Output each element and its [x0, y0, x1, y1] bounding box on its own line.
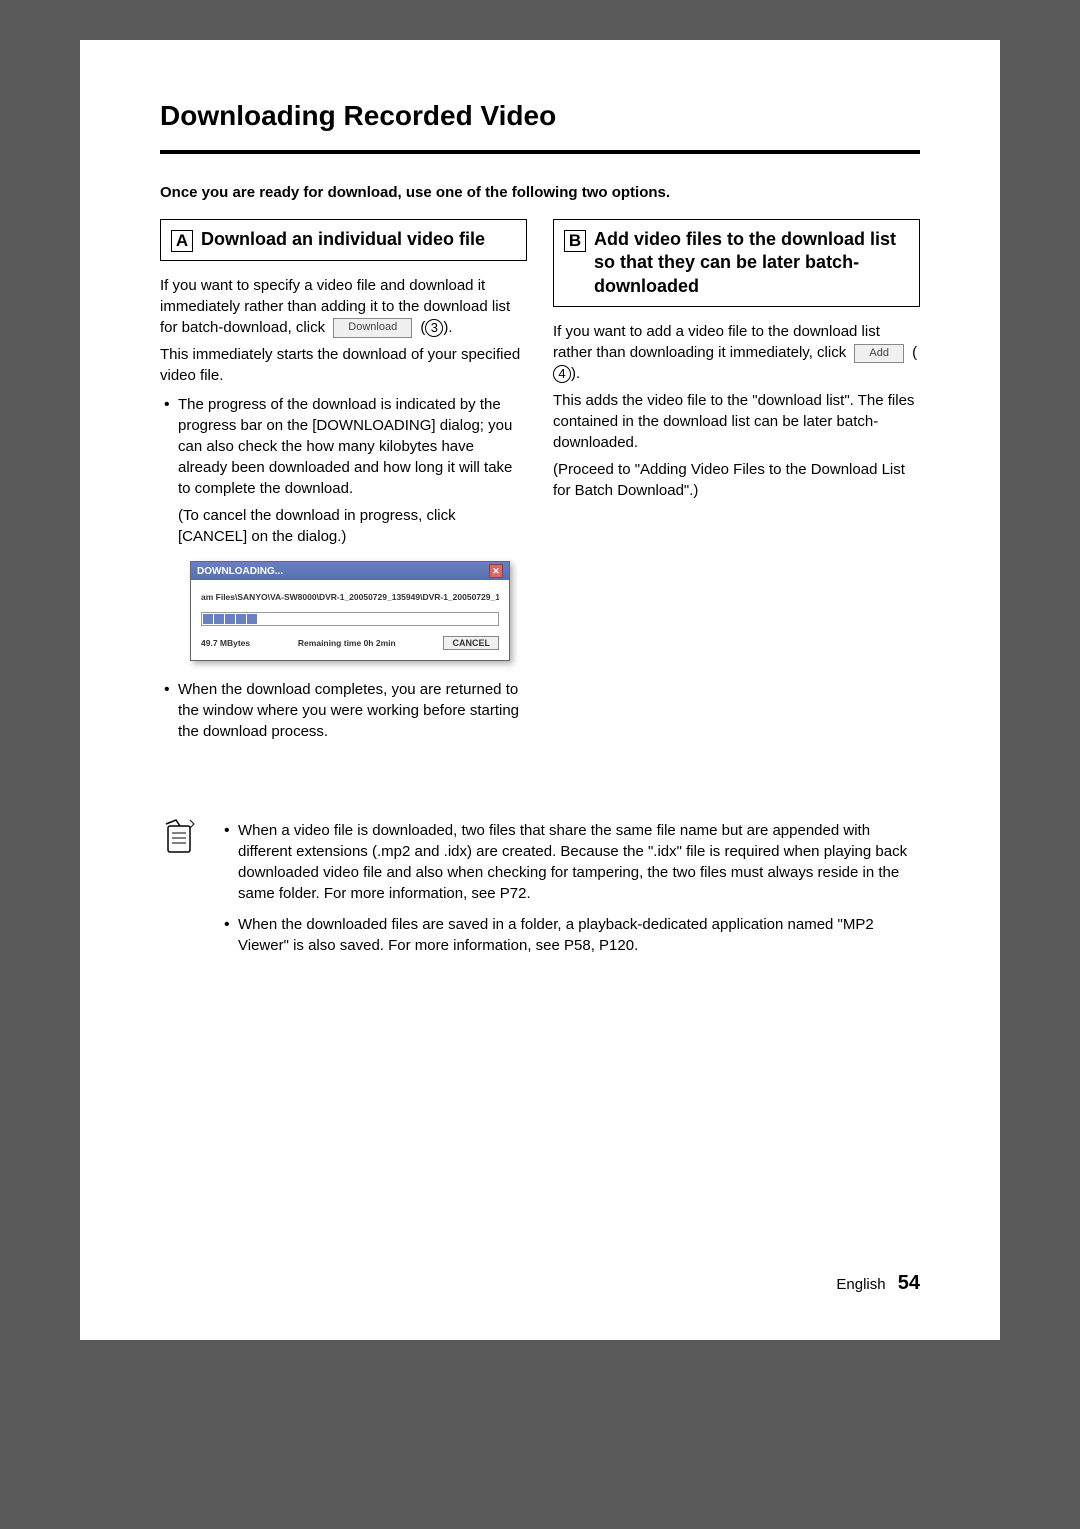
progress-bar — [201, 612, 499, 626]
col-a-bullet1-main: The progress of the download is indicate… — [178, 396, 512, 497]
columns: A Download an individual video file If y… — [160, 219, 920, 756]
page-title: Downloading Recorded Video — [160, 100, 920, 132]
column-b: B Add video files to the download list s… — [553, 219, 920, 756]
col-a-after-btn: ). — [443, 319, 452, 336]
footer-lang: English — [836, 1276, 885, 1293]
downloading-dialog: DOWNLOADING... ✕ am Files\SANYO\VA-SW800… — [190, 561, 510, 661]
col-a-para2: This immediately starts the download of … — [160, 344, 527, 386]
download-button-inline[interactable]: Download — [333, 318, 412, 337]
col-a-bullet1: The progress of the download is indicate… — [178, 394, 527, 547]
section-letter-a: A — [171, 230, 193, 252]
col-b-para2: This adds the video file to the "downloa… — [553, 390, 920, 453]
dialog-body: am Files\SANYO\VA-SW8000\DVR-1_20050729_… — [191, 580, 509, 660]
col-a-para1: If you want to specify a video file and … — [160, 275, 527, 338]
footer: English 54 — [836, 1272, 920, 1295]
dialog-time: Remaining time 0h 2min — [298, 638, 396, 648]
col-b-para1-text: If you want to add a video file to the d… — [553, 323, 880, 361]
section-b-header: B Add video files to the download list s… — [553, 219, 920, 307]
dialog-title-text: DOWNLOADING... — [197, 566, 283, 577]
dialog-size: 49.7 MBytes — [201, 638, 250, 648]
title-divider — [160, 150, 920, 154]
section-letter-b: B — [564, 230, 586, 252]
note-2: When the downloaded files are saved in a… — [238, 914, 920, 956]
cancel-button[interactable]: CANCEL — [443, 636, 499, 650]
close-icon[interactable]: ✕ — [489, 564, 503, 578]
circled-three-icon: 3 — [425, 319, 443, 337]
col-a-bullets: The progress of the download is indicate… — [160, 394, 527, 547]
col-b-para1: If you want to add a video file to the d… — [553, 321, 920, 384]
circled-four-icon: 4 — [553, 365, 571, 383]
note-icon — [160, 816, 200, 861]
note-1: When a video file is downloaded, two fil… — [238, 820, 920, 904]
col-b-para3: (Proceed to "Adding Video Files to the D… — [553, 459, 920, 501]
col-a-bullets-2: When the download completes, you are ret… — [160, 679, 527, 742]
page-number: 54 — [898, 1272, 920, 1294]
add-button-inline[interactable]: Add — [854, 344, 904, 363]
manual-page: Downloading Recorded Video Once you are … — [80, 40, 1000, 1340]
dialog-status-row: 49.7 MBytes Remaining time 0h 2min CANCE… — [201, 636, 499, 650]
intro-text: Once you are ready for download, use one… — [160, 184, 920, 201]
section-title-b: Add video files to the download list so … — [594, 228, 909, 298]
col-a-bullet2: When the download completes, you are ret… — [178, 679, 527, 742]
note-list: When a video file is downloaded, two fil… — [220, 820, 920, 966]
dialog-path: am Files\SANYO\VA-SW8000\DVR-1_20050729_… — [201, 592, 499, 602]
note-section: When a video file is downloaded, two fil… — [160, 816, 920, 980]
dialog-titlebar: DOWNLOADING... ✕ — [191, 562, 509, 580]
section-a-header: A Download an individual video file — [160, 219, 527, 261]
col-a-bullet1-sub: (To cancel the download in progress, cli… — [178, 505, 527, 547]
section-title-a: Download an individual video file — [201, 228, 485, 251]
column-a: A Download an individual video file If y… — [160, 219, 527, 756]
col-b-after-btn: ). — [571, 365, 580, 382]
